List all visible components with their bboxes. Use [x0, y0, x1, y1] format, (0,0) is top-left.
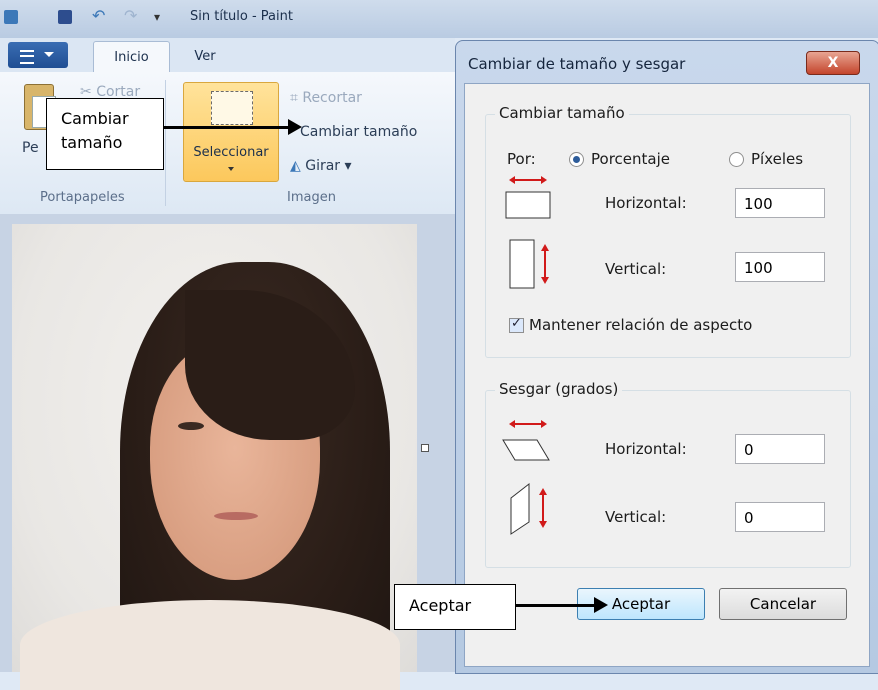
vertical-resize-icon: [509, 239, 549, 289]
resize-label: Cambiar tamaño: [300, 124, 418, 140]
photo-shoulders: [20, 600, 400, 690]
rotate-button[interactable]: ◭ Girar ▾: [290, 158, 352, 174]
select-icon: [211, 91, 253, 125]
photo-eye-left: [178, 422, 204, 430]
skew-vertical-input[interactable]: 0: [735, 502, 825, 532]
tab-ver[interactable]: Ver: [180, 42, 230, 72]
skew-legend: Sesgar (grados): [495, 380, 623, 398]
paste-button-label[interactable]: Pe: [22, 140, 39, 156]
keep-aspect-checkbox[interactable]: [509, 316, 524, 333]
callout-resize-arrowhead: [288, 119, 302, 135]
by-label: Por:: [507, 150, 536, 168]
skew-horizontal-input[interactable]: 0: [735, 434, 825, 464]
dialog-body: Cambiar tamaño Por: Porcentaje Píxeles H…: [464, 83, 870, 667]
title-bar: ↶ ↷ ▾ Sin título - Paint: [0, 0, 878, 38]
customize-toolbar-icon[interactable]: ▾: [154, 10, 168, 24]
vertical-skew-icon: [510, 482, 547, 535]
ribbon-separator: [165, 80, 166, 206]
undo-icon[interactable]: ↶: [92, 6, 106, 25]
resize-horizontal-input[interactable]: 100: [735, 188, 825, 218]
rotate-icon: ◭: [290, 158, 306, 174]
skew-vertical-label: Vertical:: [605, 508, 667, 526]
select-label: Seleccionar: [193, 145, 269, 160]
skew-horizontal-label: Horizontal:: [605, 440, 687, 458]
crop-label: Recortar: [302, 90, 362, 106]
callout-resize: Cambiar tamaño: [46, 98, 164, 170]
close-icon: X: [827, 55, 839, 71]
group-label-image: Imagen: [287, 190, 336, 205]
tab-inicio[interactable]: Inicio: [93, 41, 170, 74]
callout-accept-arrow: [516, 604, 594, 607]
window-title: Sin título - Paint: [190, 9, 293, 24]
crop-button[interactable]: ⌗ Recortar: [290, 90, 362, 106]
photo-mouth: [214, 512, 258, 520]
select-button[interactable]: Seleccionar: [183, 82, 279, 182]
close-button[interactable]: X: [806, 51, 860, 75]
paint-app-icon[interactable]: [4, 10, 18, 24]
radio-percent[interactable]: [569, 152, 584, 167]
radio-pixels-label[interactable]: Píxeles: [751, 150, 803, 168]
dialog-title: Cambiar de tamaño y sesgar: [468, 55, 686, 73]
chevron-down-icon: [228, 167, 234, 171]
callout-accept-arrowhead: [594, 597, 608, 613]
keep-aspect-label[interactable]: Mantener relación de aspecto: [529, 316, 752, 334]
horizontal-resize-icon: [505, 176, 551, 219]
save-icon[interactable]: [58, 10, 72, 24]
callout-accept: Aceptar: [394, 584, 516, 630]
redo-icon[interactable]: ↷: [124, 6, 138, 25]
radio-pixels[interactable]: [729, 152, 744, 167]
resize-legend: Cambiar tamaño: [495, 104, 629, 122]
file-menu-button[interactable]: [8, 42, 68, 68]
resize-vertical-input[interactable]: 100: [735, 252, 825, 282]
crop-icon: ⌗: [290, 90, 303, 106]
cancel-button[interactable]: Cancelar: [719, 588, 847, 620]
radio-percent-label[interactable]: Porcentaje: [591, 150, 670, 168]
resize-skew-dialog: Cambiar de tamaño y sesgar X Cambiar tam…: [455, 40, 878, 674]
callout-resize-arrow: [164, 126, 288, 129]
group-label-clipboard: Portapapeles: [40, 190, 125, 205]
resize-vertical-label: Vertical:: [605, 260, 667, 278]
resize-button[interactable]: Cambiar tamaño: [300, 124, 417, 140]
canvas-resize-handle[interactable]: [421, 444, 429, 452]
rotate-label: Girar ▾: [305, 158, 352, 174]
resize-horizontal-label: Horizontal:: [605, 194, 687, 212]
horizontal-skew-icon: [502, 420, 550, 461]
